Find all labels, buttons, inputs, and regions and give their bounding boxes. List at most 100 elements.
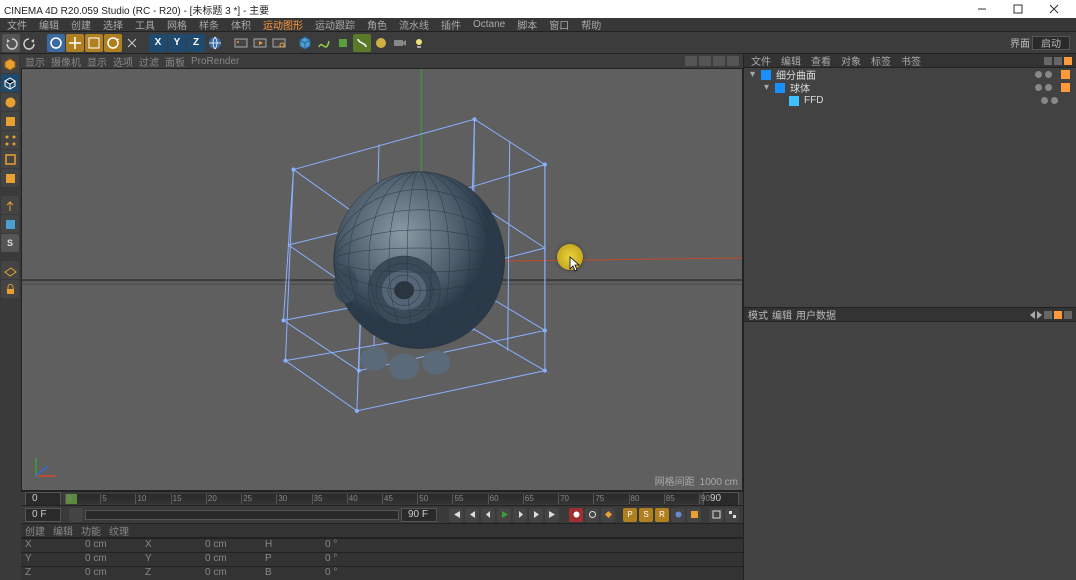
param-key-button[interactable] — [671, 508, 685, 522]
menu-14[interactable]: 脚本 — [514, 17, 540, 32]
keyframe-sel-button[interactable] — [601, 508, 615, 522]
y-axis-lock[interactable]: Y — [168, 34, 186, 52]
lock-button[interactable] — [1, 280, 19, 298]
pla-key-button[interactable] — [687, 508, 701, 522]
coord-0-1[interactable]: 0 cm — [85, 539, 145, 552]
layout-dropdown[interactable]: 启动 — [1032, 36, 1070, 50]
pos-key-button[interactable]: P — [623, 508, 637, 522]
coord-system-button[interactable] — [206, 34, 224, 52]
attrtab-2[interactable]: 用户数据 — [796, 307, 836, 322]
fcurve-window-button[interactable] — [725, 508, 739, 522]
object-mode-button[interactable] — [1, 112, 19, 130]
workplane-button[interactable] — [1, 261, 19, 279]
axis-button[interactable] — [1, 196, 19, 214]
layout-selector[interactable]: 界面 启动 — [1010, 35, 1070, 50]
undo-button[interactable] — [2, 34, 20, 52]
visibility-dot-0[interactable] — [1035, 71, 1042, 78]
close-button[interactable] — [1036, 0, 1072, 18]
timeline-start-field[interactable]: 0 — [25, 492, 61, 506]
vpmenu-3[interactable]: 选项 — [113, 54, 133, 69]
model-mode-button[interactable] — [1, 74, 19, 92]
z-axis-lock[interactable]: Z — [187, 34, 205, 52]
environment-button[interactable] — [372, 34, 390, 52]
vpmenu-1[interactable]: 摄像机 — [51, 54, 81, 69]
coord-0-3[interactable]: 0 cm — [205, 539, 265, 552]
om-icon-1[interactable] — [1044, 57, 1052, 65]
om-search-icon[interactable] — [1064, 57, 1072, 65]
objtab-2[interactable]: 查看 — [808, 53, 834, 68]
vp-nav-3[interactable] — [713, 56, 725, 66]
autokey-button[interactable] — [585, 508, 599, 522]
rotate-tool-button[interactable] — [104, 34, 122, 52]
object-row-2[interactable]: FFD — [744, 94, 1076, 107]
object-row-1[interactable]: ▾球体 — [744, 81, 1076, 94]
move-tool-button[interactable] — [66, 34, 84, 52]
attr-prev-icon[interactable] — [1030, 311, 1035, 319]
edge-mode-button[interactable] — [1, 150, 19, 168]
menu-4[interactable]: 工具 — [132, 17, 158, 32]
visibility-dot-1[interactable] — [1045, 84, 1052, 91]
attrtab-1[interactable]: 编辑 — [772, 307, 792, 322]
goto-start-button[interactable] — [449, 508, 463, 522]
point-mode-button[interactable] — [1, 131, 19, 149]
viewport-solo-button[interactable] — [1, 215, 19, 233]
menu-9[interactable]: 运动跟踪 — [312, 17, 358, 32]
goto-end-button[interactable] — [545, 508, 559, 522]
texture-mode-button[interactable] — [1, 93, 19, 111]
make-editable-button[interactable] — [1, 55, 19, 73]
vpmenu-5[interactable]: 面板 — [165, 54, 185, 69]
menu-3[interactable]: 选择 — [100, 17, 126, 32]
next-frame-button[interactable] — [513, 508, 527, 522]
coord-1-3[interactable]: 0 cm — [205, 553, 265, 566]
menu-16[interactable]: 帮助 — [578, 17, 604, 32]
objtab-3[interactable]: 对象 — [838, 53, 864, 68]
menu-2[interactable]: 创建 — [68, 17, 94, 32]
menu-15[interactable]: 窗口 — [546, 17, 572, 32]
menu-1[interactable]: 编辑 — [36, 17, 62, 32]
object-name[interactable]: FFD — [804, 95, 823, 106]
vpmenu-0[interactable]: 显示 — [25, 54, 45, 69]
timeline-window-button[interactable] — [709, 508, 723, 522]
deformer-button[interactable] — [353, 34, 371, 52]
coord-0-5[interactable]: 0 ° — [325, 539, 385, 552]
live-select-button[interactable] — [47, 34, 65, 52]
menu-13[interactable]: Octane — [470, 19, 508, 30]
polygon-mode-button[interactable] — [1, 169, 19, 187]
attrtab-0[interactable]: 模式 — [748, 307, 768, 322]
expand-icon[interactable]: ▾ — [764, 82, 772, 93]
coord-2-5[interactable]: 0 ° — [325, 567, 385, 580]
objtab-4[interactable]: 标签 — [868, 53, 894, 68]
range-start-button[interactable] — [69, 508, 83, 522]
scale-key-button[interactable]: S — [639, 508, 653, 522]
maximize-button[interactable] — [1000, 0, 1036, 18]
render-settings-button[interactable] — [270, 34, 288, 52]
vpmenu-6[interactable]: ProRender — [191, 56, 239, 67]
status-1[interactable]: 编辑 — [53, 523, 73, 538]
visibility-dot-1[interactable] — [1045, 71, 1052, 78]
menu-5[interactable]: 网格 — [164, 17, 190, 32]
record-button[interactable] — [569, 508, 583, 522]
om-icon-2[interactable] — [1054, 57, 1062, 65]
generator-button[interactable] — [334, 34, 352, 52]
prev-key-button[interactable] — [465, 508, 479, 522]
objtab-5[interactable]: 书签 — [898, 53, 924, 68]
camera-button[interactable] — [391, 34, 409, 52]
attr-new-icon[interactable] — [1054, 311, 1062, 319]
cube-primitive-button[interactable] — [296, 34, 314, 52]
menu-11[interactable]: 流水线 — [396, 17, 432, 32]
objtab-1[interactable]: 编辑 — [778, 53, 804, 68]
menu-12[interactable]: 插件 — [438, 17, 464, 32]
light-button[interactable] — [410, 34, 428, 52]
render-pv-button[interactable] — [251, 34, 269, 52]
vp-nav-1[interactable] — [685, 56, 697, 66]
minimize-button[interactable] — [964, 0, 1000, 18]
scale-tool-button[interactable] — [85, 34, 103, 52]
coord-1-5[interactable]: 0 ° — [325, 553, 385, 566]
attr-next-icon[interactable] — [1037, 311, 1042, 319]
menu-6[interactable]: 样条 — [196, 17, 222, 32]
render-view-button[interactable] — [232, 34, 250, 52]
coord-1-1[interactable]: 0 cm — [85, 553, 145, 566]
menu-10[interactable]: 角色 — [364, 17, 390, 32]
range-slider[interactable] — [85, 510, 399, 520]
next-key-button[interactable] — [529, 508, 543, 522]
